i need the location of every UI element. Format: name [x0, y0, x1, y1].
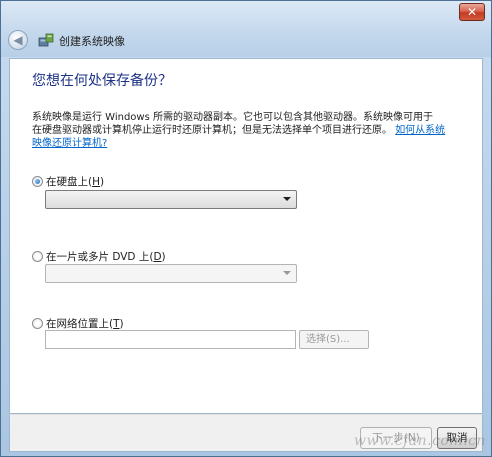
- back-button[interactable]: ◀: [8, 30, 28, 50]
- back-arrow-icon: ◀: [13, 33, 23, 47]
- browse-button[interactable]: 选择(S)...: [299, 330, 369, 349]
- title-bar: ✕ ◀ 创建系统映像: [1, 1, 491, 57]
- dvd-select[interactable]: [45, 264, 297, 283]
- hard-disk-select[interactable]: [45, 190, 297, 209]
- option-network[interactable]: 在网络位置上(T): [32, 316, 124, 331]
- option-hard-disk[interactable]: 在硬盘上(H): [32, 174, 104, 189]
- wizard-window: ✕ ◀ 创建系统映像 您想在何处保存备份？ 系统映像是运行 Windows 所需…: [0, 0, 492, 457]
- wizard-content: 您想在何处保存备份？ 系统映像是运行 Windows 所需的驱动器副本。它也可以…: [9, 58, 483, 414]
- hard-disk-label: 在硬盘上(H): [46, 176, 105, 188]
- chevron-down-icon: [283, 197, 291, 201]
- option-dvd[interactable]: 在一片或多片 DVD 上(D): [32, 249, 166, 264]
- window-title: 创建系统映像: [59, 35, 125, 48]
- network-label: 在网络位置上(T): [46, 318, 124, 330]
- backup-icon: [38, 33, 54, 47]
- page-heading: 您想在何处保存备份？: [32, 73, 172, 89]
- description-text: 系统映像是运行 Windows 所需的驱动器副本。它也可以包含其他驱动器。系统映…: [32, 111, 452, 150]
- network-path-input[interactable]: [45, 330, 296, 349]
- chevron-down-icon: [283, 271, 291, 275]
- description-line-2: 在硬盘驱动器或计算机停止运行时还原计算机；但是无法选择单个项目进行还原。: [32, 125, 392, 136]
- dvd-radio[interactable]: [32, 251, 43, 262]
- description-line-1: 系统映像是运行 Windows 所需的驱动器副本。它也可以包含其他驱动器。系统映…: [32, 112, 433, 123]
- close-button[interactable]: ✕: [459, 3, 485, 21]
- dvd-label: 在一片或多片 DVD 上(D): [46, 251, 166, 263]
- watermark-text: www.cfan.com.cn: [354, 433, 486, 449]
- hard-disk-radio[interactable]: [32, 176, 43, 187]
- network-radio[interactable]: [32, 318, 43, 329]
